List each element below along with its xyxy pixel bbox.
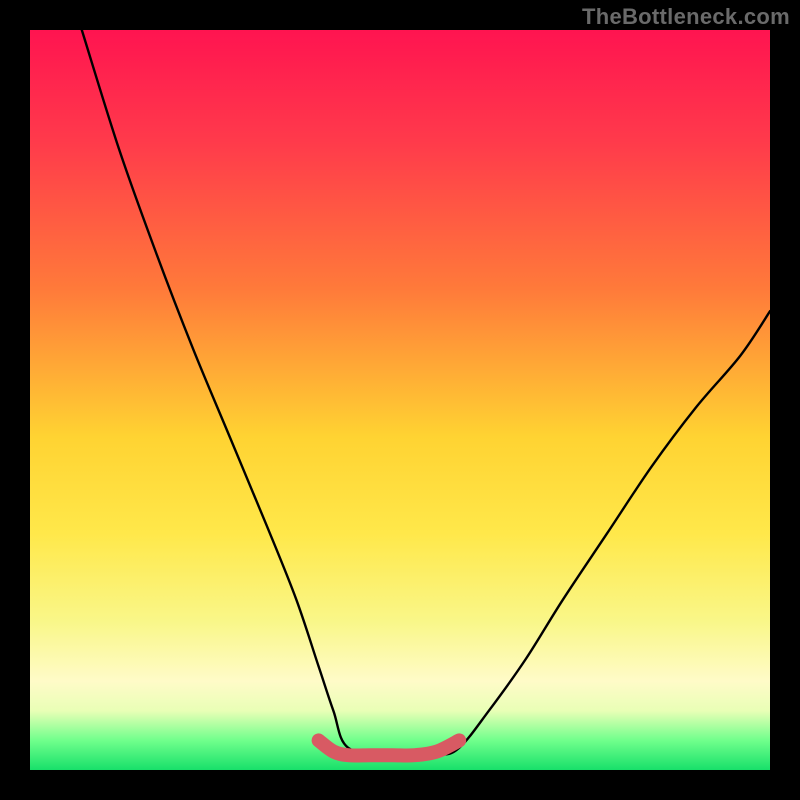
chart-frame: TheBottleneck.com — [0, 0, 800, 800]
watermark-label: TheBottleneck.com — [582, 4, 790, 30]
main-curve — [82, 30, 770, 756]
chart-svg — [30, 30, 770, 770]
valley-highlight — [319, 740, 460, 755]
plot-area — [30, 30, 770, 770]
